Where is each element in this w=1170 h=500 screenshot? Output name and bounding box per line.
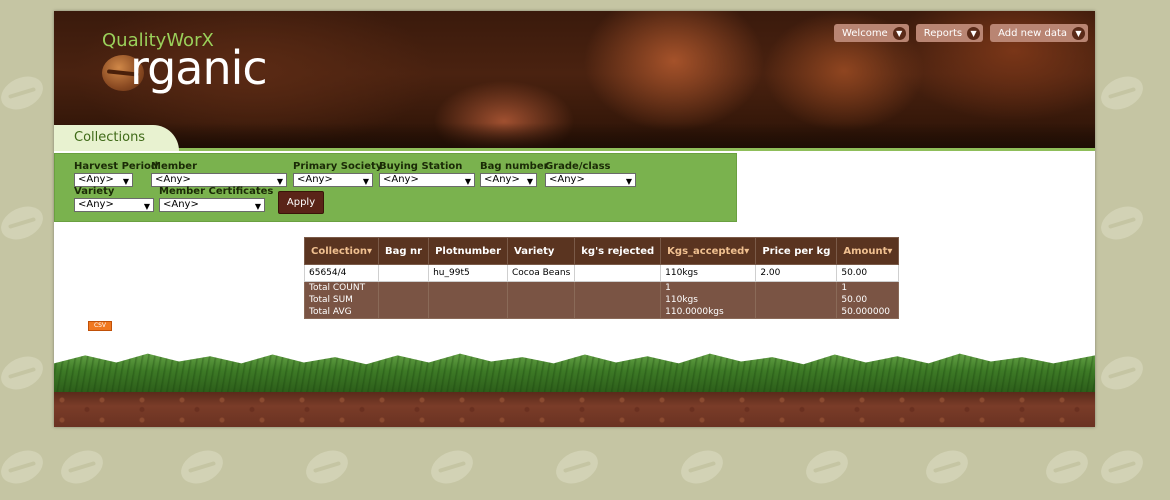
page-frame: QualityWorX rganic Welcome ▼ Reports ▼ A… [54, 11, 1095, 427]
variety-label: Variety [74, 186, 115, 197]
cell-collection: 65654/4 [303, 264, 380, 282]
sort-arrow-icon: ▾ [887, 245, 893, 257]
sort-arrow-icon: ▾ [366, 245, 373, 257]
totals-amount: 1 50.00 50.000000 [836, 281, 900, 319]
variety-select[interactable]: <Any> ▼ [74, 198, 154, 212]
bag-number-select[interactable]: <Any> ▼ [480, 173, 537, 187]
column-header-price-per-kg: Price per kg [755, 237, 838, 265]
cell-bag-nr [378, 264, 430, 282]
nav-welcome[interactable]: Welcome ▼ [833, 24, 909, 42]
primary-society-label: Primary Society [293, 161, 383, 172]
csv-export-button[interactable]: CSV [88, 321, 112, 331]
top-nav: Welcome ▼ Reports ▼ Add new data ▼ [833, 24, 1088, 42]
cell-variety: Cocoa Beans [507, 264, 576, 282]
chevron-down-icon: ▼ [1072, 26, 1085, 40]
grass-decoration [54, 353, 1095, 395]
cell-price-per-kg: 2.00 [755, 264, 838, 282]
dropdown-arrow-icon: ▼ [464, 177, 471, 186]
chevron-down-icon: ▼ [967, 26, 981, 40]
buying-station-select[interactable]: <Any> ▼ [379, 173, 475, 187]
dropdown-arrow-icon: ▼ [362, 177, 369, 186]
sort-arrow-icon: ▾ [744, 245, 750, 257]
nav-reports[interactable]: Reports ▼ [915, 24, 984, 42]
dropdown-arrow-icon: ▼ [143, 202, 150, 211]
dropdown-arrow-icon: ▼ [526, 177, 533, 186]
apply-button[interactable]: Apply [278, 191, 324, 214]
cell-plotnumber: hu_99t5 [428, 264, 509, 282]
buying-station-label: Buying Station [379, 161, 463, 172]
totals-row: Total COUNT Total SUM Total AVG 1 110kgs… [303, 281, 900, 319]
grade-class-select[interactable]: <Any> ▼ [545, 173, 636, 187]
member-label: Member [151, 161, 198, 172]
chevron-down-icon: ▼ [892, 26, 906, 40]
collections-table: Collection▾ Bag nr Plotnumber Variety kg… [303, 237, 900, 319]
tab-collections[interactable]: Collections [54, 125, 179, 151]
dropdown-arrow-icon: ▼ [625, 177, 632, 186]
dropdown-arrow-icon: ▼ [254, 202, 261, 211]
cell-kgs-accepted: 110kgs [660, 264, 757, 282]
bag-number-label: Bag number [480, 161, 549, 172]
dropdown-arrow-icon: ▼ [276, 177, 283, 186]
filter-panel: Harvest Period <Any> ▼ Member <Any> ▼ Prim… [54, 153, 737, 222]
nav-add-new-data[interactable]: Add new data ▼ [990, 24, 1088, 42]
member-select[interactable]: <Any> ▼ [151, 173, 287, 187]
totals-labels: Total COUNT Total SUM Total AVG [303, 281, 380, 319]
column-header-plotnumber: Plotnumber [428, 237, 509, 265]
column-header-collection[interactable]: Collection▾ [303, 237, 380, 265]
soil-decoration [54, 392, 1095, 427]
column-header-variety: Variety [507, 237, 576, 265]
column-header-amount[interactable]: Amount▾ [836, 237, 900, 265]
column-header-kgs-rejected: kg's rejected [574, 237, 662, 265]
grade-class-label: Grade/class [545, 161, 611, 172]
member-certificates-select[interactable]: <Any> ▼ [159, 198, 265, 212]
cell-amount: 50.00 [836, 264, 900, 282]
logo-title: rganic [130, 41, 268, 95]
column-header-kgs-accepted[interactable]: Kgs_accepted▾ [660, 237, 757, 265]
harvest-period-select[interactable]: <Any> ▼ [74, 173, 133, 187]
table-header-row: Collection▾ Bag nr Plotnumber Variety kg… [303, 237, 900, 265]
column-header-bag-nr: Bag nr [378, 237, 430, 265]
dropdown-arrow-icon: ▼ [122, 177, 129, 186]
primary-society-select[interactable]: <Any> ▼ [293, 173, 373, 187]
table-row: 65654/4 hu_99t5 Cocoa Beans 110kgs 2.00 … [303, 264, 900, 282]
harvest-period-label: Harvest Period [74, 161, 159, 172]
totals-kgs-accepted: 1 110kgs 110.0000kgs [660, 281, 757, 319]
member-certificates-label: Member Certificates [159, 186, 274, 197]
cell-kgs-rejected [574, 264, 662, 282]
